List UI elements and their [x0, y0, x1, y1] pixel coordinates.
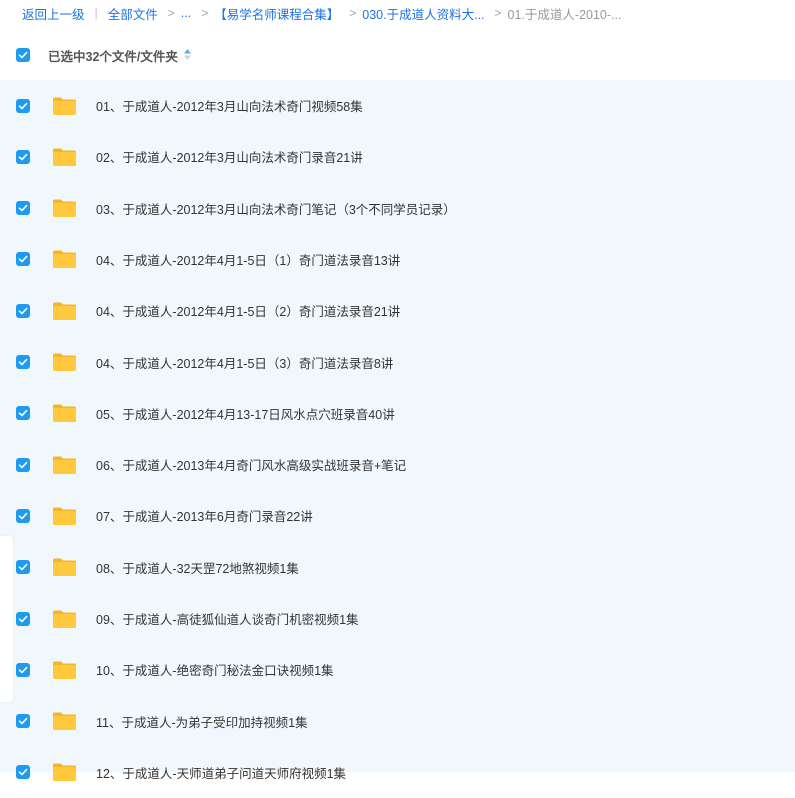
check-icon [18, 563, 28, 571]
back-link[interactable]: 返回上一级 [22, 4, 85, 23]
file-name[interactable]: 11、于成道人-为弟子受印加持视频1集 [96, 712, 308, 731]
file-row[interactable]: 09、于成道人-高徒狐仙道人谈奇门机密视频1集 [0, 593, 795, 644]
file-name[interactable]: 09、于成道人-高徒狐仙道人谈奇门机密视频1集 [96, 609, 359, 628]
check-icon [18, 461, 28, 468]
check-icon [18, 153, 28, 161]
check-icon [18, 256, 28, 263]
breadcrumb-current: 01.于成道人-2010-... [507, 7, 622, 22]
row-checkbox[interactable] [16, 98, 30, 113]
file-row[interactable]: 05、于成道人-2012年4月13-17日风水点穴班录音40讲 [0, 388, 795, 439]
breadcrumb-chevron-icon: > [201, 6, 209, 20]
folder-icon [53, 610, 76, 628]
breadcrumb-chevron-icon: > [349, 6, 357, 20]
row-checkbox[interactable] [16, 765, 30, 780]
select-all-checkbox[interactable] [16, 48, 30, 62]
sort-icon[interactable] [183, 48, 192, 61]
folder-icon [53, 97, 76, 115]
breadcrumb-chevron-icon: > [494, 6, 502, 20]
file-name[interactable]: 12、于成道人-天师道弟子问道天师府视频1集 [96, 763, 346, 782]
folder-icon [53, 353, 76, 371]
row-checkbox[interactable] [16, 303, 30, 318]
file-row[interactable]: 03、于成道人-2012年3月山向法术奇门笔记（3个不同学员记录） [0, 183, 795, 234]
file-name[interactable]: 04、于成道人-2012年4月1-5日（1）奇门道法录音13讲 [96, 250, 400, 269]
file-row[interactable]: 10、于成道人-绝密奇门秘法金口诀视频1集 [0, 644, 795, 695]
breadcrumb-chevron-icon: > [167, 6, 175, 20]
file-name[interactable]: 02、于成道人-2012年3月山向法术奇门录音21讲 [96, 147, 363, 166]
list-header: 已选中32个文件/文件夹 [0, 40, 795, 70]
file-row[interactable]: 06、于成道人-2013年4月奇门风水高级实战班录音+笔记 [0, 439, 795, 490]
row-checkbox[interactable] [16, 611, 30, 626]
check-icon [18, 666, 28, 674]
check-icon [18, 410, 28, 417]
row-checkbox[interactable] [16, 201, 30, 216]
check-icon [18, 358, 28, 366]
check-icon [18, 615, 28, 622]
breadcrumb: 返回上一级 | 全部文件 > ... > 【易学名师课程合集】 > 030.于成… [0, 0, 795, 26]
row-checkbox[interactable] [16, 714, 30, 729]
row-checkbox[interactable] [16, 149, 30, 164]
file-row[interactable]: 08、于成道人-32天罡72地煞视频1集 [0, 542, 795, 593]
check-icon [18, 102, 28, 109]
folder-icon [53, 558, 76, 577]
file-row[interactable]: 02、于成道人-2012年3月山向法术奇门录音21讲 [0, 131, 795, 182]
row-checkbox[interactable] [16, 508, 30, 523]
check-icon [18, 769, 28, 776]
file-name[interactable]: 04、于成道人-2012年4月1-5日（3）奇门道法录音8讲 [96, 353, 393, 372]
file-name[interactable]: 06、于成道人-2013年4月奇门风水高级实战班录音+笔记 [96, 455, 406, 474]
breadcrumb-divider: | [94, 6, 98, 20]
folder-icon [53, 148, 76, 166]
row-checkbox[interactable] [16, 406, 30, 421]
file-row[interactable]: 04、于成道人-2012年4月1-5日（2）奇门道法录音21讲 [0, 285, 795, 336]
file-name[interactable]: 04、于成道人-2012年4月1-5日（2）奇门道法录音21讲 [96, 301, 400, 320]
folder-icon [53, 507, 76, 525]
folder-icon [53, 404, 76, 423]
folder-icon [53, 199, 76, 218]
selection-count-label: 已选中32个文件/文件夹 [48, 49, 178, 64]
file-name[interactable]: 05、于成道人-2012年4月13-17日风水点穴班录音40讲 [96, 404, 395, 423]
folder-icon [53, 763, 76, 782]
folder-icon [53, 302, 76, 320]
folder-icon [53, 250, 76, 269]
all-files-link[interactable]: 全部文件 [108, 4, 158, 23]
check-icon [18, 204, 28, 212]
check-icon [18, 512, 28, 520]
file-row[interactable]: 01、于成道人-2012年3月山向法术奇门视频58集 [0, 80, 795, 131]
check-icon [18, 51, 28, 59]
file-row[interactable]: 11、于成道人-为弟子受印加持视频1集 [0, 696, 795, 747]
row-checkbox[interactable] [16, 355, 30, 369]
folder-icon [53, 661, 76, 679]
row-checkbox[interactable] [16, 457, 30, 472]
check-icon [18, 717, 28, 725]
row-checkbox[interactable] [16, 662, 30, 677]
file-row[interactable]: 04、于成道人-2012年4月1-5日（3）奇门道法录音8讲 [0, 337, 795, 388]
row-checkbox[interactable] [16, 560, 30, 575]
file-name[interactable]: 07、于成道人-2013年6月奇门录音22讲 [96, 506, 313, 525]
file-row[interactable]: 04、于成道人-2012年4月1-5日（1）奇门道法录音13讲 [0, 234, 795, 285]
folder-icon [53, 712, 76, 731]
side-panel-tab[interactable] [0, 536, 13, 702]
file-name[interactable]: 03、于成道人-2012年3月山向法术奇门笔记（3个不同学员记录） [96, 199, 456, 218]
breadcrumb-ellipsis[interactable]: ... [181, 6, 191, 20]
file-name[interactable]: 10、于成道人-绝密奇门秘法金口诀视频1集 [96, 660, 334, 679]
file-row[interactable]: 12、于成道人-天师道弟子问道天师府视频1集 [0, 747, 795, 798]
folder-icon [53, 456, 76, 474]
file-name[interactable]: 01、于成道人-2012年3月山向法术奇门视频58集 [96, 96, 363, 115]
row-checkbox[interactable] [16, 252, 30, 267]
breadcrumb-folder-2[interactable]: 030.于成道人资料大... [362, 4, 484, 23]
file-name[interactable]: 08、于成道人-32天罡72地煞视频1集 [96, 558, 299, 577]
file-row[interactable]: 07、于成道人-2013年6月奇门录音22讲 [0, 490, 795, 541]
file-list: 01、于成道人-2012年3月山向法术奇门视频58集 02、于成道人-2012年3… [0, 80, 795, 782]
breadcrumb-folder-1[interactable]: 【易学名师课程合集】 [214, 4, 339, 23]
check-icon [18, 307, 28, 314]
